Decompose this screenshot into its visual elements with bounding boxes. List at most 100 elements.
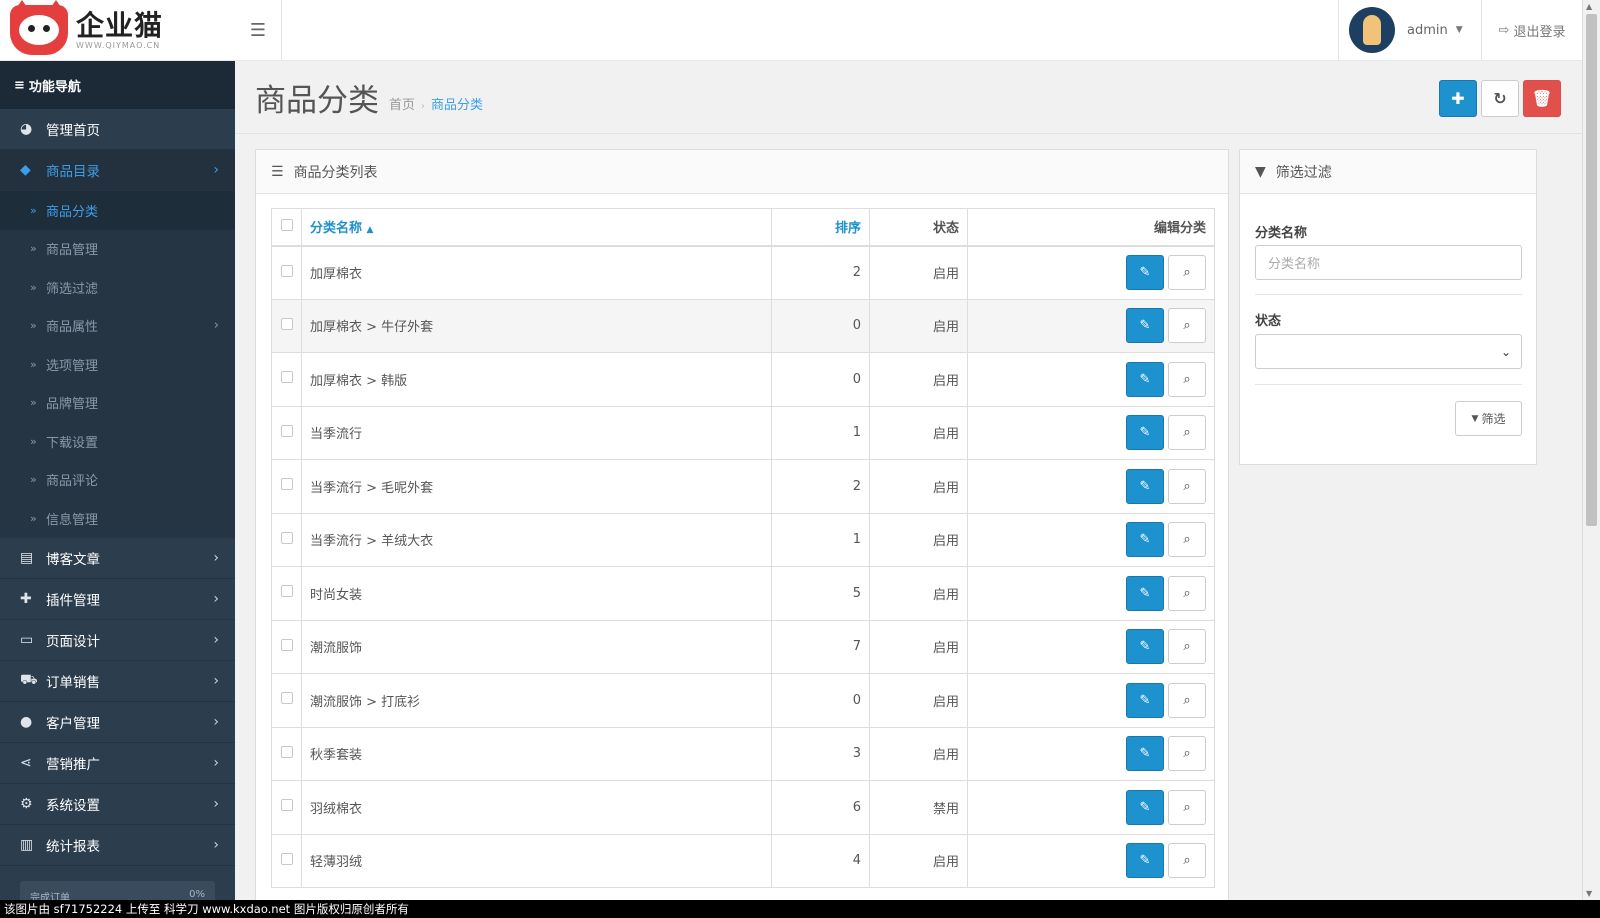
status-filter-select[interactable]: ⌄	[1255, 334, 1522, 369]
edit-button[interactable]: ✎	[1126, 308, 1164, 344]
sidebar-item-reports[interactable]: ▥ 统计报表 ›	[0, 825, 235, 866]
row-select-cell	[271, 245, 302, 300]
row-checkbox[interactable]	[280, 585, 293, 598]
view-button[interactable]: ⌕	[1168, 629, 1206, 665]
edit-button[interactable]: ✎	[1126, 415, 1164, 451]
refresh-button[interactable]: ↻	[1481, 80, 1519, 117]
trash-icon: 🗑	[1531, 89, 1553, 108]
row-checkbox[interactable]	[280, 478, 293, 491]
sidebar-subitem-product[interactable]: » 商品管理	[0, 230, 235, 269]
logout-button[interactable]: ⇨ 退出登录	[1481, 0, 1582, 60]
sidebar-subitem-category[interactable]: » 商品分类	[0, 191, 235, 230]
brand-name: 企业猫	[76, 8, 164, 42]
sidebar-subitem-brand[interactable]: » 品牌管理	[0, 384, 235, 423]
edit-button[interactable]: ✎	[1126, 843, 1164, 879]
view-button[interactable]: ⌕	[1168, 522, 1206, 558]
chevron-down-icon: ⌄	[1500, 344, 1511, 359]
category-sort: 6	[771, 780, 870, 835]
search-icon: ⌕	[1183, 585, 1191, 601]
row-select-cell	[271, 405, 302, 460]
logo[interactable]: 企业猫 WWW.QIYMAO.CN	[0, 0, 235, 61]
double-chevron-icon: »	[30, 511, 37, 525]
sidebar-item-design[interactable]: ▭ 页面设计 ›	[0, 620, 235, 661]
edit-button[interactable]: ✎	[1126, 736, 1164, 772]
sidebar-toggle-button[interactable]: ☰	[235, 0, 282, 60]
sidebar-item-orders[interactable]: ⛟ 订单销售 ›	[0, 661, 235, 702]
view-button[interactable]: ⌕	[1168, 255, 1206, 290]
chevron-right-icon: ›	[213, 318, 219, 334]
row-checkbox[interactable]	[280, 799, 293, 812]
sidebar-item-dashboard[interactable]: ◕ 管理首页	[0, 109, 235, 150]
row-checkbox[interactable]	[280, 531, 293, 544]
view-button[interactable]: ⌕	[1168, 736, 1206, 772]
view-button[interactable]: ⌕	[1168, 308, 1206, 344]
window-scrollbar[interactable]: ▲ ▼	[1582, 0, 1600, 900]
order-progress: 完成订单 0%	[20, 881, 215, 900]
row-checkbox[interactable]	[280, 371, 293, 384]
newspaper-icon: ▤	[20, 549, 34, 566]
sidebar-subitem-filter[interactable]: » 筛选过滤	[0, 268, 235, 307]
double-chevron-icon: »	[30, 396, 37, 410]
column-header-sort[interactable]: 排序	[771, 208, 870, 247]
add-button[interactable]: ✚	[1439, 80, 1477, 117]
edit-button[interactable]: ✎	[1126, 255, 1164, 290]
user-menu[interactable]: admin ▼	[1338, 0, 1481, 60]
view-button[interactable]: ⌕	[1168, 361, 1206, 397]
row-checkbox[interactable]	[280, 424, 293, 437]
edit-button[interactable]: ✎	[1126, 575, 1164, 611]
edit-button[interactable]: ✎	[1126, 522, 1164, 558]
scroll-down-icon[interactable]: ▼	[1586, 889, 1592, 898]
table-row: 秋季套装 3 启用 ✎ ⌕	[271, 726, 1215, 781]
row-checkbox[interactable]	[280, 852, 293, 865]
view-button[interactable]: ⌕	[1168, 575, 1206, 611]
sidebar-item-settings[interactable]: ⚙ 系统设置 ›	[0, 784, 235, 825]
row-checkbox[interactable]	[280, 692, 293, 705]
row-checkbox[interactable]	[280, 264, 293, 277]
sidebar-subitem-review[interactable]: » 商品评论	[0, 461, 235, 500]
row-actions: ✎ ⌕	[967, 405, 1215, 460]
row-actions: ✎ ⌕	[967, 298, 1215, 353]
column-header-name[interactable]: 分类名称 ▲	[301, 208, 772, 247]
view-button[interactable]: ⌕	[1168, 415, 1206, 451]
row-select-cell	[271, 726, 302, 781]
sidebar-subitem-attribute[interactable]: » 商品属性 ›	[0, 307, 235, 346]
table-row: 当季流行 1 启用 ✎ ⌕	[271, 405, 1215, 460]
edit-button[interactable]: ✎	[1126, 468, 1164, 504]
row-checkbox[interactable]	[280, 745, 293, 758]
row-checkbox[interactable]	[280, 638, 293, 651]
scroll-up-icon[interactable]: ▲	[1586, 2, 1592, 11]
sidebar-header: ≡ 功能导航	[0, 61, 235, 109]
view-button[interactable]: ⌕	[1168, 843, 1206, 879]
view-button[interactable]: ⌕	[1168, 468, 1206, 504]
row-checkbox[interactable]	[280, 317, 293, 330]
filter-button[interactable]: ▼ 筛选	[1455, 401, 1522, 436]
select-all-checkbox[interactable]	[280, 218, 293, 231]
view-button[interactable]: ⌕	[1168, 682, 1206, 718]
filter-divider	[1255, 294, 1522, 295]
sidebar-subitem-option[interactable]: » 选项管理	[0, 345, 235, 384]
edit-button[interactable]: ✎	[1126, 682, 1164, 718]
edit-button[interactable]: ✎	[1126, 629, 1164, 665]
chevron-right-icon: ›	[213, 549, 219, 566]
cart-icon: ⛟	[20, 671, 38, 688]
sidebar-item-blog[interactable]: ▤ 博客文章 ›	[0, 538, 235, 579]
sidebar-subitem-download[interactable]: » 下载设置	[0, 422, 235, 461]
user-icon: ●	[20, 713, 33, 730]
name-filter-input[interactable]: 分类名称	[1255, 245, 1522, 280]
breadcrumb-current[interactable]: 商品分类	[431, 98, 483, 113]
sidebar-subitem-info[interactable]: » 信息管理	[0, 499, 235, 538]
edit-button[interactable]: ✎	[1126, 789, 1164, 825]
scroll-thumb[interactable]	[1586, 14, 1597, 526]
delete-button[interactable]: 🗑	[1523, 80, 1561, 117]
edit-button[interactable]: ✎	[1126, 361, 1164, 397]
view-button[interactable]: ⌕	[1168, 789, 1206, 825]
sidebar-item-plugins[interactable]: ✚ 插件管理 ›	[0, 579, 235, 620]
table-row: 潮流服饰 7 启用 ✎ ⌕	[271, 619, 1215, 674]
sidebar-item-marketing[interactable]: ⋖ 营销推广 ›	[0, 743, 235, 784]
breadcrumb-home[interactable]: 首页	[389, 98, 415, 113]
filter-panel-header: ▼ 筛选过滤	[1240, 150, 1536, 194]
sidebar-item-customers[interactable]: ● 客户管理 ›	[0, 702, 235, 743]
page-title: 商品分类	[255, 83, 379, 119]
category-sort: 3	[771, 726, 870, 781]
sidebar-item-catalog[interactable]: ◆ 商品目录 ›	[0, 150, 235, 191]
